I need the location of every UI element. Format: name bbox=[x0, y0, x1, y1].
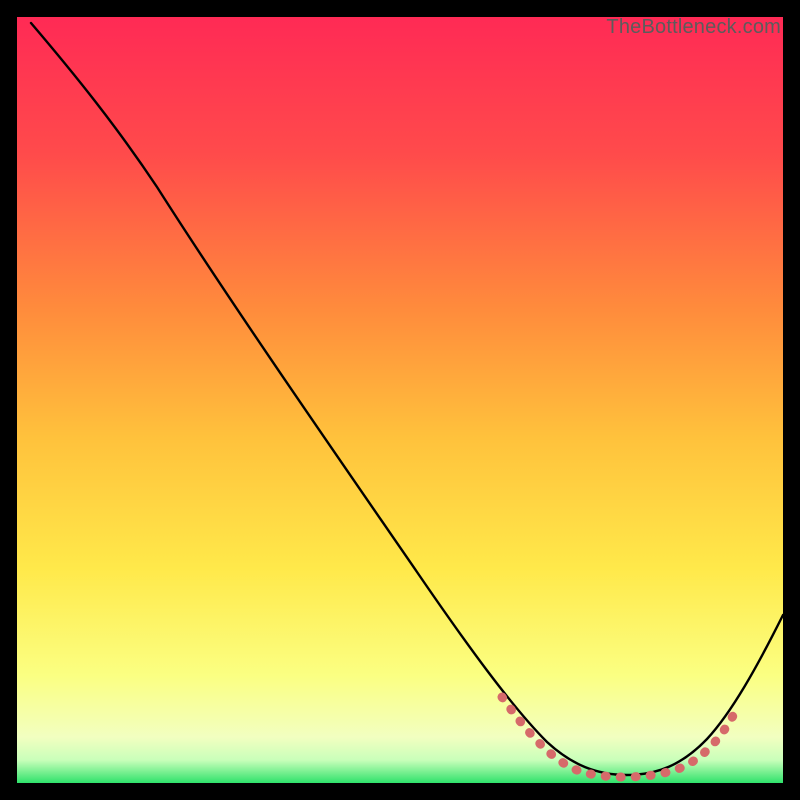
gradient-background bbox=[17, 17, 783, 783]
watermark-label: TheBottleneck.com bbox=[606, 16, 781, 39]
chart-frame: TheBottleneck.com bbox=[17, 17, 783, 783]
bottleneck-chart bbox=[17, 17, 783, 783]
